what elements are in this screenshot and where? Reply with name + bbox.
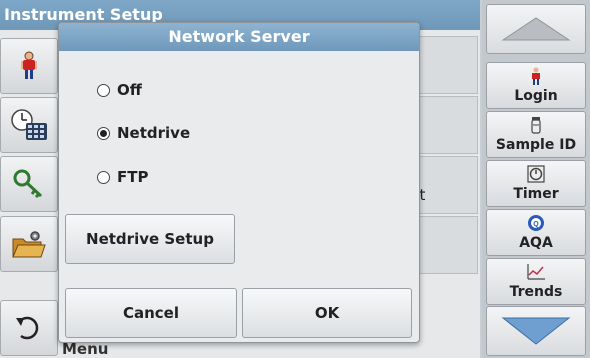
- operator-icon: [21, 51, 37, 79]
- aqa-icon: Q: [528, 215, 544, 231]
- operator-button[interactable]: [0, 38, 58, 94]
- toolbar-timer-label: Timer: [513, 186, 559, 202]
- folder-gear-icon: [12, 231, 46, 258]
- netdrive-setup-button[interactable]: Netdrive Setup: [65, 214, 235, 264]
- toolbar-sample-id-button[interactable]: Sample ID: [486, 111, 586, 158]
- toolbar-aqa-label: AQA: [519, 235, 553, 251]
- radio-netdrive[interactable]: [97, 126, 110, 140]
- toolbar-sample-id-label: Sample ID: [495, 137, 577, 153]
- option-netdrive-label: Netdrive: [117, 124, 191, 142]
- option-netdrive[interactable]: Netdrive: [97, 124, 190, 142]
- ok-button[interactable]: OK: [242, 288, 412, 338]
- option-ftp-label: FTP: [117, 168, 149, 186]
- network-server-dialog: Network Server Off Netdrive FTP Netdrive…: [58, 22, 420, 343]
- radio-off[interactable]: [97, 83, 110, 97]
- option-off[interactable]: Off: [97, 81, 142, 99]
- triangle-down-icon: [501, 317, 571, 345]
- back-button[interactable]: [0, 300, 58, 356]
- clock-keypad-icon: [11, 109, 47, 140]
- option-off-label: Off: [117, 81, 142, 99]
- triangle-up-icon: [501, 17, 571, 41]
- security-button[interactable]: [0, 156, 58, 212]
- sample-vial-icon: [531, 117, 541, 134]
- operator-icon: [532, 67, 540, 85]
- key-icon: [13, 169, 43, 199]
- radio-ftp[interactable]: [97, 170, 110, 184]
- date-time-button[interactable]: [0, 97, 58, 153]
- scroll-up-button[interactable]: [486, 4, 586, 54]
- back-arrow-icon: [16, 316, 39, 340]
- toolbar-trends-label: Trends: [509, 284, 563, 300]
- toolbar-login-label: Login: [514, 88, 558, 104]
- scroll-down-button[interactable]: [486, 306, 586, 356]
- toolbar-login-button[interactable]: Login: [486, 62, 586, 109]
- toolbar-timer-button[interactable]: Timer: [486, 160, 586, 207]
- right-toolbar: Login Sample ID Timer Q AQA Trends: [482, 0, 590, 358]
- option-ftp[interactable]: FTP: [97, 168, 148, 186]
- svg-text:Q: Q: [533, 221, 539, 228]
- toolbar-trends-button[interactable]: Trends: [486, 258, 586, 305]
- file-setup-button[interactable]: [0, 216, 58, 272]
- cancel-button[interactable]: Cancel: [65, 288, 237, 338]
- trends-chart-icon: [527, 264, 545, 280]
- dialog-title: Network Server: [59, 23, 419, 51]
- timer-icon: [527, 165, 545, 183]
- toolbar-aqa-button[interactable]: Q AQA: [486, 209, 586, 256]
